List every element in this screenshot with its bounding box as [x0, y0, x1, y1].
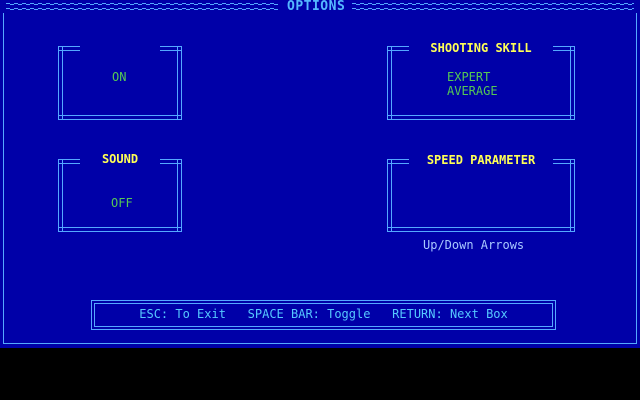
speed-parameter-box[interactable]: SPEED PARAMETER — [387, 153, 575, 232]
options-screen: OPTIONS ON SOUND OFF SHOOTING SKILL EXPE… — [0, 0, 640, 348]
sound-box-title: SOUND — [58, 152, 182, 166]
space-hint: SPACE BAR: Toggle — [247, 307, 371, 321]
skill-option-expert[interactable]: EXPERT — [447, 70, 490, 84]
speed-parameter-box-title: SPEED PARAMETER — [387, 153, 575, 167]
key-help-text: ESC: To Exit SPACE BAR: Toggle RETURN: N… — [92, 307, 555, 321]
esc-hint: ESC: To Exit — [139, 307, 226, 321]
music-option-on[interactable]: ON — [112, 70, 126, 84]
speed-parameter-hint: Up/Down Arrows — [423, 238, 525, 252]
speed-parameter-box-frame — [387, 159, 575, 232]
page-title: OPTIONS — [287, 0, 346, 14]
key-help-bar: ESC: To Exit SPACE BAR: Toggle RETURN: N… — [91, 300, 556, 330]
return-hint: RETURN: Next Box — [392, 307, 508, 321]
skill-option-average[interactable]: AVERAGE — [447, 84, 498, 98]
shooting-skill-box-title: SHOOTING SKILL — [387, 41, 575, 55]
sound-option-off[interactable]: OFF — [111, 196, 133, 210]
music-box[interactable]: ON — [58, 46, 182, 120]
title-rule-left — [6, 1, 278, 11]
title-bar: OPTIONS — [0, 0, 640, 14]
title-rule-right — [352, 1, 634, 11]
sound-box[interactable]: SOUND OFF — [58, 152, 182, 232]
shooting-skill-box[interactable]: SHOOTING SKILL EXPERT AVERAGE — [387, 41, 575, 120]
